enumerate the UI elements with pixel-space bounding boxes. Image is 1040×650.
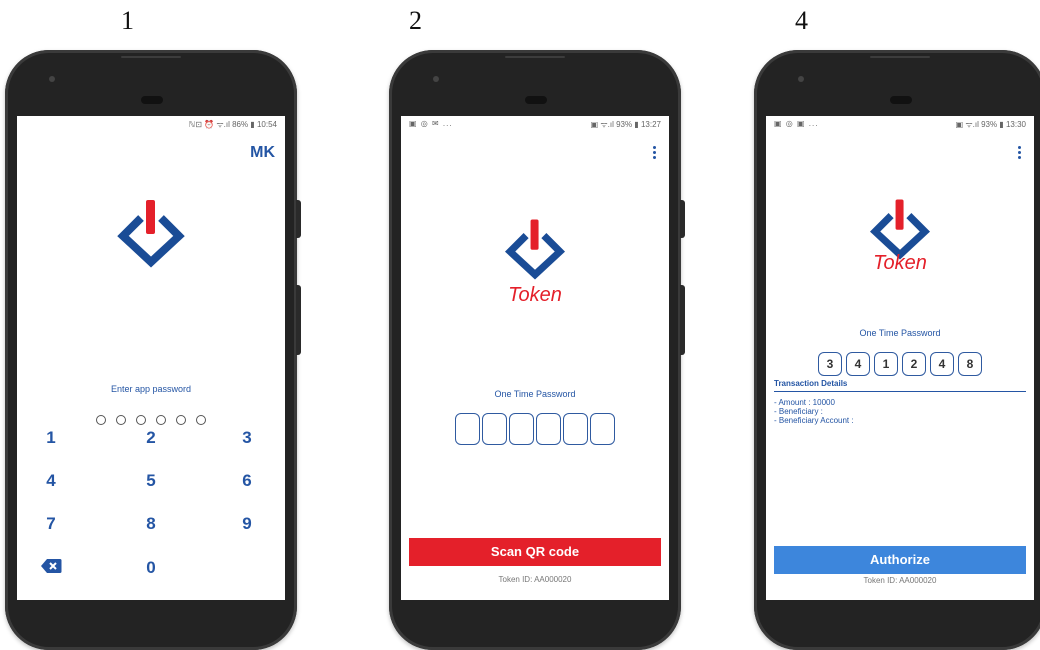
- token-id-label: Token ID: AA000020: [498, 575, 572, 584]
- otp-digit-box[interactable]: [536, 413, 561, 445]
- backspace-key[interactable]: [31, 558, 71, 579]
- brand-name: Token: [508, 284, 562, 306]
- lock-screen: ℕ⊡ ⏰ ᯤ.ıl 86% ▮ 10:54 MK Enter app passw…: [17, 116, 285, 600]
- otp-digit: 1: [874, 352, 898, 376]
- volume-button: [680, 200, 685, 238]
- otp-digit-box[interactable]: [509, 413, 534, 445]
- status-bar: ℕ⊡ ⏰ ᯤ.ıl 86% ▮ 10:54: [17, 116, 285, 132]
- password-prompt: Enter app password: [110, 384, 192, 394]
- token-logo-icon: [504, 219, 566, 280]
- power-button: [296, 285, 301, 355]
- key-8[interactable]: 8: [131, 514, 171, 534]
- otp-caption: One Time Password: [494, 389, 576, 399]
- authorize-button[interactable]: Authorize: [774, 546, 1026, 574]
- earpiece-speaker: [890, 96, 912, 104]
- transaction-beneficiary: - Beneficiary :: [774, 407, 823, 416]
- otp-digit: 8: [958, 352, 982, 376]
- key-0[interactable]: 0: [131, 558, 171, 578]
- status-bar: ▣ ◎ ✉ ... ▣ ᯤ.ıl 93% ▮ 13:27: [401, 116, 669, 132]
- key-9[interactable]: 9: [227, 514, 267, 534]
- step-label-1: 1: [121, 6, 134, 35]
- step-label-2: 2: [409, 6, 422, 35]
- status-icons: ▣ ᯤ.ıl 93% ▮ 13:27: [590, 120, 661, 129]
- password-dot: [176, 415, 186, 425]
- key-3[interactable]: 3: [227, 428, 267, 448]
- otp-caption: One Time Password: [859, 328, 941, 338]
- key-1[interactable]: 1: [31, 428, 71, 448]
- otp-digit-box[interactable]: [563, 413, 588, 445]
- status-icons: ▣ ᯤ.ıl 93% ▮ 13:30: [955, 120, 1026, 129]
- notification-icons: ▣ ◎ ✉ ...: [409, 119, 453, 128]
- earpiece-speaker: [525, 96, 547, 104]
- brand-name: Token: [873, 252, 927, 274]
- front-camera-icon: [49, 76, 55, 82]
- status-icons: ℕ⊡ ⏰ ᯤ.ıl 86% ▮ 10:54: [188, 120, 277, 129]
- user-initials-avatar[interactable]: MK: [250, 144, 275, 162]
- password-dot: [116, 415, 126, 425]
- phone-frame-1: ℕ⊡ ⏰ ᯤ.ıl 86% ▮ 10:54 MK Enter app passw…: [5, 50, 301, 650]
- transaction-beneficiary-account: - Beneficiary Account :: [774, 416, 854, 425]
- authorize-screen: ▣ ◎ ▣ ... ▣ ᯤ.ıl 93% ▮ 13:30 Token One T…: [766, 116, 1034, 600]
- transaction-details-title: Transaction Details: [774, 379, 848, 388]
- backspace-icon: [41, 559, 62, 573]
- otp-digit-box[interactable]: [590, 413, 615, 445]
- token-id-label: Token ID: AA000020: [863, 576, 937, 585]
- earpiece-speaker: [141, 96, 163, 104]
- password-dot: [196, 415, 206, 425]
- scan-screen: ▣ ◎ ✉ ... ▣ ᯤ.ıl 93% ▮ 13:27 Token One T…: [401, 116, 669, 600]
- otp-field[interactable]: [401, 413, 669, 445]
- otp-digit-box[interactable]: [455, 413, 480, 445]
- phone-frame-2: ▣ ◎ ✉ ... ▣ ᯤ.ıl 93% ▮ 13:27 Token One T…: [389, 50, 685, 650]
- status-bar: ▣ ◎ ▣ ... ▣ ᯤ.ıl 93% ▮ 13:30: [766, 116, 1034, 132]
- front-camera-icon: [433, 76, 439, 82]
- key-2[interactable]: 2: [131, 428, 171, 448]
- phone-frame-3: ▣ ◎ ▣ ... ▣ ᯤ.ıl 93% ▮ 13:30 Token One T…: [754, 50, 1040, 650]
- password-dot: [136, 415, 146, 425]
- scan-qr-button[interactable]: Scan QR code: [409, 538, 661, 566]
- front-camera-icon: [798, 76, 804, 82]
- transaction-amount: - Amount : 10000: [774, 398, 835, 407]
- otp-digit: 2: [902, 352, 926, 376]
- key-6[interactable]: 6: [227, 471, 267, 491]
- otp-display: 341248: [766, 352, 1034, 376]
- token-logo-icon: [117, 200, 185, 268]
- overflow-menu-icon[interactable]: [653, 146, 657, 161]
- otp-digit-box[interactable]: [482, 413, 507, 445]
- key-5[interactable]: 5: [131, 471, 171, 491]
- step-label-3: 4: [795, 6, 808, 35]
- overflow-menu-icon[interactable]: [1018, 146, 1022, 161]
- key-7[interactable]: 7: [31, 514, 71, 534]
- password-dot: [96, 415, 106, 425]
- otp-digit: 4: [846, 352, 870, 376]
- password-dot: [156, 415, 166, 425]
- key-4[interactable]: 4: [31, 471, 71, 491]
- otp-digit: 4: [930, 352, 954, 376]
- divider: [774, 391, 1026, 392]
- volume-button: [296, 200, 301, 238]
- notification-icons: ▣ ◎ ▣ ...: [774, 119, 819, 128]
- power-button: [680, 285, 685, 355]
- otp-digit: 3: [818, 352, 842, 376]
